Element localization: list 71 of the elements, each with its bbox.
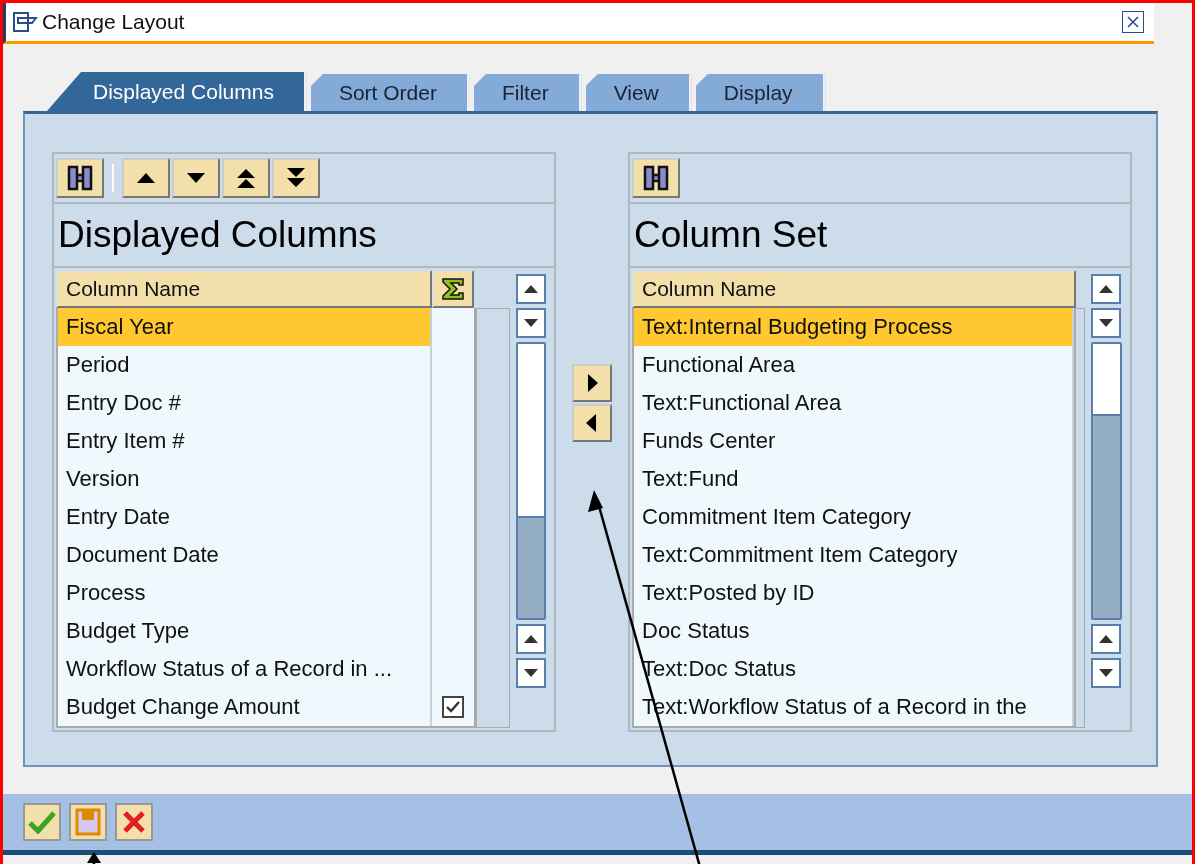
- scroll-down-button[interactable]: [516, 658, 546, 688]
- scroll-up-icon: [524, 635, 538, 643]
- scrollbar-thumb[interactable]: [518, 516, 544, 618]
- list-item[interactable]: Funds Center: [634, 422, 1074, 460]
- list-item[interactable]: Text:Posted by ID: [634, 574, 1074, 612]
- close-button[interactable]: [1122, 11, 1144, 33]
- sigma-icon: [440, 276, 466, 302]
- list-item[interactable]: Entry Item #: [58, 422, 432, 460]
- scroll-up-button[interactable]: [1090, 274, 1121, 304]
- tab[interactable]: Sort Order: [310, 74, 470, 111]
- list-item[interactable]: Text:Functional Area: [634, 384, 1074, 422]
- panel-title: Column Set: [630, 204, 1130, 268]
- list-item[interactable]: Version: [58, 460, 432, 498]
- tab[interactable]: View: [585, 74, 692, 111]
- cross-icon: [122, 810, 146, 834]
- scroll-up-icon: [1098, 635, 1113, 643]
- panel-title: Displayed Columns: [54, 204, 554, 268]
- list-item[interactable]: Commitment Item Category: [634, 498, 1074, 536]
- list-item[interactable]: Budget Change Amount: [58, 688, 432, 726]
- scrollbar-thumb[interactable]: [1092, 414, 1120, 618]
- list-item[interactable]: Entry Doc #: [58, 384, 432, 422]
- scroll-down-button[interactable]: [516, 308, 546, 338]
- checkbox[interactable]: [442, 696, 464, 718]
- scroll-down-button[interactable]: [1090, 658, 1121, 688]
- tab[interactable]: Displayed Columns: [47, 72, 307, 111]
- add-column-button[interactable]: [572, 364, 612, 402]
- checkmark-icon: [28, 810, 56, 834]
- scroll-up-icon: [524, 285, 538, 293]
- move-top-button[interactable]: [222, 158, 270, 198]
- remove-column-button[interactable]: [572, 404, 612, 442]
- binoculars-icon: [66, 163, 94, 193]
- list-item[interactable]: Workflow Status of a Record in ...: [58, 650, 432, 688]
- list-item[interactable]: Doc Status: [634, 612, 1074, 650]
- check-icon: [446, 701, 460, 713]
- scrollbar-track[interactable]: [516, 342, 546, 620]
- list-item[interactable]: Entry Date: [58, 498, 432, 536]
- move-bottom-button[interactable]: [272, 158, 320, 198]
- move-down-button[interactable]: [172, 158, 220, 198]
- scroll-down-icon: [1098, 319, 1113, 327]
- tab[interactable]: Filter: [473, 74, 582, 111]
- list-item[interactable]: Period: [58, 346, 432, 384]
- scroll-down-button[interactable]: [1090, 308, 1121, 338]
- window-title: Change Layout: [42, 10, 186, 34]
- list-item[interactable]: Text:Fund: [634, 460, 1074, 498]
- scroll-up-icon: [1098, 285, 1113, 293]
- list-item[interactable]: Document Date: [58, 536, 432, 574]
- column-header[interactable]: Column Name: [56, 270, 432, 308]
- scroll-up-button[interactable]: [516, 274, 546, 304]
- scrollbar-track[interactable]: [1090, 342, 1122, 620]
- tab[interactable]: Display: [695, 74, 826, 111]
- list-item[interactable]: Text:Internal Budgeting Process: [634, 308, 1074, 346]
- scroll-down-icon: [1098, 669, 1113, 677]
- scroll-down-icon: [524, 319, 538, 327]
- scroll-up-button[interactable]: [1090, 624, 1121, 654]
- list-item[interactable]: Functional Area: [634, 346, 1074, 384]
- window-icon: [12, 11, 38, 33]
- find-button[interactable]: [56, 158, 104, 198]
- find-button[interactable]: [632, 158, 680, 198]
- move-up-button[interactable]: [122, 158, 170, 198]
- scroll-down-icon: [524, 669, 538, 677]
- close-icon: [1127, 16, 1139, 28]
- list-item[interactable]: Text:Commitment Item Category: [634, 536, 1074, 574]
- cancel-button[interactable]: [115, 803, 153, 841]
- annotation-arrow: [87, 852, 101, 864]
- list-item[interactable]: Process: [58, 574, 432, 612]
- binoculars-icon: [642, 163, 670, 193]
- sum-button[interactable]: [432, 270, 474, 308]
- list-item[interactable]: Fiscal Year: [58, 308, 432, 346]
- scroll-up-button[interactable]: [516, 624, 546, 654]
- column-header[interactable]: Column Name: [632, 270, 1076, 308]
- list-item[interactable]: Budget Type: [58, 612, 432, 650]
